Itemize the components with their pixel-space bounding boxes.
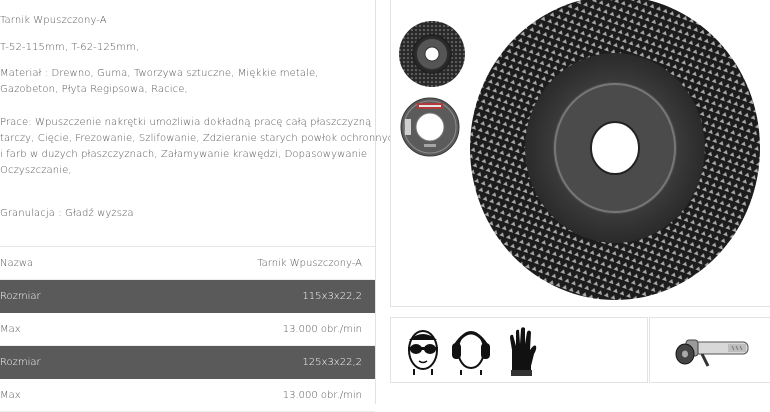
thumbnail-disc-label[interactable]	[400, 97, 460, 157]
spec-value: 115x3x22,2	[302, 291, 362, 302]
desc-line-material-cont: Gazobeton, Płyta Regipsowa, Racice,	[0, 84, 188, 95]
spec-value: 125x3x22,2	[302, 357, 362, 368]
tool-compatibility-panel	[649, 317, 770, 383]
thumbnail-disc-top[interactable]	[398, 20, 466, 88]
desc-line-material: Materiał : Drewno, Guma, Tworzywa sztucz…	[0, 68, 319, 79]
table-row: Max 13.000 obr./min	[0, 313, 375, 346]
product-gallery	[390, 0, 770, 307]
table-row: Rozmiar 115x3x22,2	[0, 280, 375, 313]
spec-label: Nazwa	[0, 257, 34, 269]
desc-line-work-cont-3: Oczyszczanie,	[0, 165, 72, 176]
safety-equipment-panel	[390, 317, 648, 383]
table-row: Max 13.000 obr./min	[0, 379, 375, 412]
table-row: Rozmiar 125x3x22,2	[0, 346, 375, 379]
desc-line-name: Tarnik Wpuszczony-A	[0, 15, 107, 26]
spec-value: 13.000 obr./min	[282, 389, 362, 401]
desc-line-sizes: T-52-115mm, T-62-125mm,	[0, 42, 140, 53]
spec-label: Max	[0, 389, 21, 401]
spec-value: 13.000 obr./min	[282, 323, 362, 335]
column-divider	[375, 0, 376, 404]
desc-line-work-cont-1: tarczy, Cięcie, Frezowanie, Szlifowanie,…	[0, 133, 400, 144]
spec-value: Tarnik Wpuszczony-A	[257, 257, 362, 269]
spec-label: Rozmiar	[0, 291, 41, 302]
desc-line-work-cont-2: i farb w dużych płaszczyznach, Załamywan…	[0, 149, 368, 160]
ear-protection-icon	[452, 331, 490, 375]
angle-grinder-icon	[675, 339, 749, 367]
rasp-disc-top-view-image	[399, 21, 465, 87]
desc-line-work: Prace: Wpuszczenie nakrętki umożliwia do…	[0, 117, 372, 128]
spec-label: Max	[0, 323, 21, 335]
product-info-panel: Tarnik Wpuszczony-A T-52-115mm, T-62-125…	[0, 0, 400, 412]
spec-table: Nazwa Tarnik Wpuszczony-A Rozmiar 115x3x…	[0, 247, 375, 412]
rasp-disc-large-image	[470, 0, 760, 300]
disc-label-back-view-image	[400, 97, 460, 157]
main-product-image[interactable]	[469, 0, 762, 308]
safety-goggles-icon	[408, 330, 438, 375]
desc-line-grain: Granulacja : Gładź wyższa	[0, 208, 134, 219]
table-row: Nazwa Tarnik Wpuszczony-A	[0, 247, 375, 280]
spec-label: Rozmiar	[0, 357, 41, 368]
protective-glove-icon	[510, 327, 537, 376]
